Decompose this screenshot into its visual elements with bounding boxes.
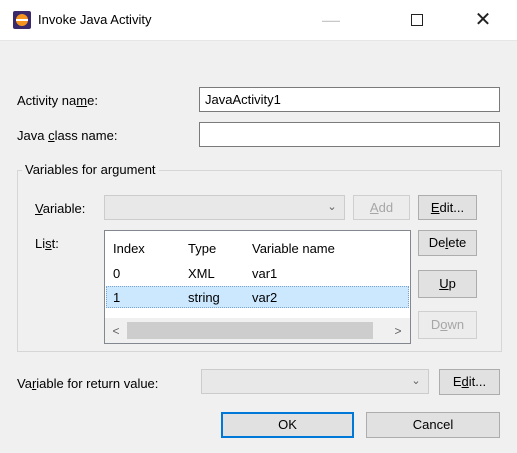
edit-return-button[interactable]: Edit... xyxy=(439,369,500,395)
return-value-combo[interactable]: ⌄ xyxy=(201,369,429,394)
cell-type: XML xyxy=(188,266,215,281)
return-value-label: Variable for return value: xyxy=(17,376,159,391)
column-header-index[interactable]: Index xyxy=(113,241,145,256)
window-title: Invoke Java Activity xyxy=(38,12,152,27)
ok-button[interactable]: OK xyxy=(221,412,354,438)
minimize-button[interactable]: — xyxy=(319,8,343,32)
eclipse-app-icon xyxy=(13,11,31,29)
delete-button[interactable]: Delete xyxy=(418,230,477,256)
java-class-name-label: Java class name: xyxy=(17,128,118,143)
cell-index: 0 xyxy=(113,266,121,281)
scroll-right-icon[interactable]: > xyxy=(390,323,406,339)
horizontal-scrollbar[interactable]: < > xyxy=(105,318,410,343)
variables-group-title: Variables for argument xyxy=(22,162,159,177)
close-button[interactable]: ✕ xyxy=(471,8,495,32)
column-header-variable-name[interactable]: Variable name xyxy=(252,241,335,256)
java-class-name-field[interactable] xyxy=(199,122,500,147)
variables-table[interactable]: Index Type Variable name 0 XML var1 1 st… xyxy=(104,230,411,344)
scroll-left-icon[interactable]: < xyxy=(108,323,124,339)
down-button[interactable]: Down xyxy=(418,311,477,339)
maximize-button[interactable] xyxy=(405,8,429,32)
scrollbar-thumb[interactable] xyxy=(127,322,373,339)
variable-combo[interactable]: ⌄ xyxy=(104,195,345,220)
cell-variable-name: var2 xyxy=(252,290,278,305)
cell-index: 1 xyxy=(113,290,121,305)
cell-variable-name: var1 xyxy=(252,266,278,281)
cell-type: string xyxy=(188,290,220,305)
list-label: List: xyxy=(35,236,59,251)
up-button[interactable]: Up xyxy=(418,270,477,298)
edit-variable-button[interactable]: Edit... xyxy=(418,195,477,220)
activity-name-field[interactable]: JavaActivity1 xyxy=(199,87,500,112)
chevron-down-icon: ⌄ xyxy=(327,201,337,213)
title-bar: Invoke Java Activity — ✕ xyxy=(0,0,517,41)
chevron-down-icon: ⌄ xyxy=(411,375,421,387)
activity-name-label: Activity name: xyxy=(17,93,98,108)
add-button[interactable]: Add xyxy=(353,195,410,220)
variable-label: Variable: xyxy=(35,201,86,216)
cancel-button[interactable]: Cancel xyxy=(366,412,500,438)
maximize-icon xyxy=(411,14,423,26)
column-header-type[interactable]: Type xyxy=(188,241,216,256)
